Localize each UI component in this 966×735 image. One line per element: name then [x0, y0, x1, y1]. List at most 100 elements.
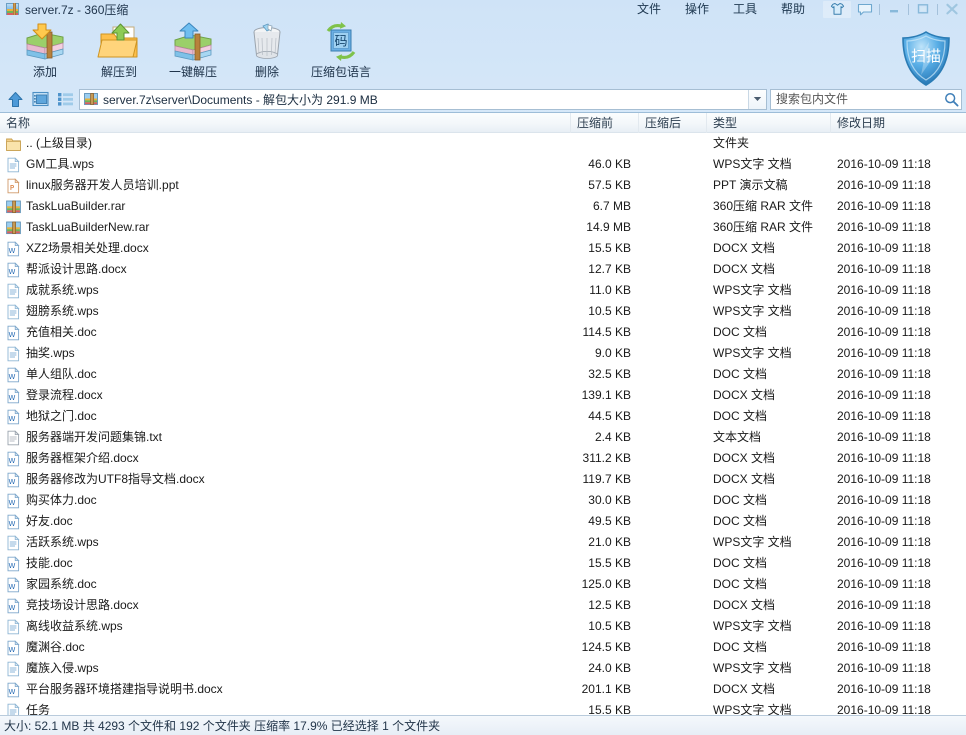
file-name-label: TaskLuaBuilder.rar [26, 196, 125, 217]
cell-size-after [639, 679, 707, 700]
table-row[interactable]: W登录流程.docx139.1 KBDOCX 文档2016-10-09 11:1… [0, 385, 966, 406]
cell-size-before: 57.5 KB [571, 175, 639, 196]
table-row[interactable]: W好友.doc49.5 KBDOC 文档2016-10-09 11:18 [0, 511, 966, 532]
cell-file-name: GM工具.wps [0, 154, 571, 175]
table-row[interactable]: 魔族入侵.wps24.0 KBWPS文字 文档2016-10-09 11:18 [0, 658, 966, 679]
table-row[interactable]: W单人组队.doc32.5 KBDOC 文档2016-10-09 11:18 [0, 364, 966, 385]
cell-modified: 2016-10-09 11:18 [831, 259, 966, 280]
cell-type: PPT 演示文稿 [707, 175, 831, 196]
cell-size-before: 10.5 KB [571, 301, 639, 322]
table-row[interactable]: W充值相关.doc114.5 KBDOC 文档2016-10-09 11:18 [0, 322, 966, 343]
table-row[interactable]: W帮派设计思路.docx12.7 KBDOCX 文档2016-10-09 11:… [0, 259, 966, 280]
path-field[interactable]: server.7z\server\Documents - 解包大小为 291.9… [79, 89, 767, 110]
menu-file[interactable]: 文件 [625, 0, 673, 18]
table-row[interactable]: 任务15.5 KBWPS文字 文档2016-10-09 11:18 [0, 700, 966, 715]
file-name-label: linux服务器开发人员培训.ppt [26, 175, 179, 196]
cell-file-name: W登录流程.docx [0, 385, 571, 406]
maximize-button[interactable] [909, 1, 937, 18]
cell-modified: 2016-10-09 11:18 [831, 490, 966, 511]
table-row[interactable]: Plinux服务器开发人员培训.ppt57.5 KBPPT 演示文稿2016-1… [0, 175, 966, 196]
table-row[interactable]: W技能.doc15.5 KBDOC 文档2016-10-09 11:18 [0, 553, 966, 574]
table-row[interactable]: W服务器框架介绍.docx311.2 KBDOCX 文档2016-10-09 1… [0, 448, 966, 469]
table-row[interactable]: TaskLuaBuilderNew.rar14.9 MB360压缩 RAR 文件… [0, 217, 966, 238]
list-view-icon[interactable] [54, 88, 76, 110]
table-row[interactable]: W魔渊谷.doc124.5 KBDOC 文档2016-10-09 11:18 [0, 637, 966, 658]
scan-button[interactable]: 扫描 [898, 30, 954, 88]
column-modified[interactable]: 修改日期 [831, 113, 966, 133]
table-row[interactable]: W平台服务器环境搭建指导说明书.docx201.1 KBDOCX 文档2016-… [0, 679, 966, 700]
scan-label: 扫描 [911, 47, 941, 65]
toolbar-add[interactable]: 添加 [8, 18, 82, 82]
table-row[interactable]: 离线收益系统.wps10.5 KBWPS文字 文档2016-10-09 11:1… [0, 616, 966, 637]
cell-file-name: 翅膀系统.wps [0, 301, 571, 322]
toolbar-extract-to[interactable]: 解压到 [82, 18, 156, 82]
table-row[interactable]: 服务器端开发问题集锦.txt2.4 KB文本文档2016-10-09 11:18 [0, 427, 966, 448]
column-size-before[interactable]: 压缩前 [571, 113, 639, 133]
cell-file-name: W竞技场设计思路.docx [0, 595, 571, 616]
add-archive-icon [23, 22, 67, 62]
cell-file-name: W地狱之门.doc [0, 406, 571, 427]
cell-size-before: 311.2 KB [571, 448, 639, 469]
cell-size-after [639, 553, 707, 574]
column-size-after[interactable]: 压缩后 [639, 113, 707, 133]
table-row[interactable]: 成就系统.wps11.0 KBWPS文字 文档2016-10-09 11:18 [0, 280, 966, 301]
file-name-label: GM工具.wps [26, 154, 94, 175]
svg-text:W: W [9, 457, 16, 465]
preview-pane-icon[interactable] [29, 88, 51, 110]
menu-tools[interactable]: 工具 [721, 0, 769, 18]
file-name-label: 帮派设计思路.docx [26, 259, 127, 280]
skin-icon[interactable] [823, 1, 851, 18]
wps-file-icon [6, 346, 21, 362]
cell-size-after [639, 259, 707, 280]
cell-file-name: W服务器框架介绍.docx [0, 448, 571, 469]
feedback-icon[interactable] [851, 1, 879, 18]
toolbar-delete[interactable]: 删除 [230, 18, 304, 82]
up-arrow-icon[interactable] [4, 88, 26, 110]
table-row[interactable]: W竞技场设计思路.docx12.5 KBDOCX 文档2016-10-09 11… [0, 595, 966, 616]
word-file-icon: W [6, 241, 21, 257]
table-row[interactable]: W地狱之门.doc44.5 KBDOC 文档2016-10-09 11:18 [0, 406, 966, 427]
table-row[interactable]: W购买体力.doc30.0 KBDOC 文档2016-10-09 11:18 [0, 490, 966, 511]
cell-type: WPS文字 文档 [707, 343, 831, 364]
file-name-label: XZ2场景相关处理.docx [26, 238, 149, 259]
column-name[interactable]: 名称 [0, 113, 571, 133]
cell-modified: 2016-10-09 11:18 [831, 406, 966, 427]
table-row[interactable]: 抽奖.wps9.0 KBWPS文字 文档2016-10-09 11:18 [0, 343, 966, 364]
file-name-label: 翅膀系统.wps [26, 301, 99, 322]
cell-type: DOCX 文档 [707, 448, 831, 469]
path-dropdown-button[interactable] [748, 90, 766, 109]
minimize-button[interactable] [880, 1, 908, 18]
table-row[interactable]: W家园系统.doc125.0 KBDOC 文档2016-10-09 11:18 [0, 574, 966, 595]
toolbar-encoding[interactable]: 码 压缩包语言 [304, 18, 378, 82]
table-row[interactable]: WXZ2场景相关处理.docx15.5 KBDOCX 文档2016-10-09 … [0, 238, 966, 259]
cell-file-name: W魔渊谷.doc [0, 637, 571, 658]
table-row[interactable]: 活跃系统.wps21.0 KBWPS文字 文档2016-10-09 11:18 [0, 532, 966, 553]
cell-modified: 2016-10-09 11:18 [831, 574, 966, 595]
rar-file-icon [6, 220, 21, 236]
cell-size-after [639, 196, 707, 217]
close-button[interactable] [938, 1, 966, 18]
cell-modified: 2016-10-09 11:18 [831, 553, 966, 574]
search-icon[interactable] [944, 92, 959, 107]
menu-help[interactable]: 帮助 [769, 0, 817, 18]
column-type[interactable]: 类型 [707, 113, 831, 133]
word-file-icon: W [6, 325, 21, 341]
table-row[interactable]: GM工具.wps46.0 KBWPS文字 文档2016-10-09 11:18 [0, 154, 966, 175]
cell-size-after [639, 616, 707, 637]
menu-action[interactable]: 操作 [673, 0, 721, 18]
table-row[interactable]: TaskLuaBuilder.rar6.7 MB360压缩 RAR 文件2016… [0, 196, 966, 217]
cell-modified: 2016-10-09 11:18 [831, 217, 966, 238]
cell-modified: 2016-10-09 11:18 [831, 700, 966, 715]
table-row[interactable]: W服务器修改为UTF8指导文档.docx119.7 KBDOCX 文档2016-… [0, 469, 966, 490]
rar-file-icon [6, 199, 21, 215]
search-box[interactable] [770, 89, 962, 110]
table-row[interactable]: 翅膀系统.wps10.5 KBWPS文字 文档2016-10-09 11:18 [0, 301, 966, 322]
cell-file-name: 任务 [0, 700, 571, 715]
search-input[interactable] [776, 92, 944, 106]
toolbar-one-click-extract[interactable]: 一键解压 [156, 18, 230, 82]
table-row[interactable]: .. (上级目录)文件夹 [0, 133, 966, 154]
toolbar-add-label: 添加 [33, 63, 57, 80]
svg-text:W: W [9, 499, 16, 507]
cell-modified: 2016-10-09 11:18 [831, 532, 966, 553]
cell-size-before: 11.0 KB [571, 280, 639, 301]
